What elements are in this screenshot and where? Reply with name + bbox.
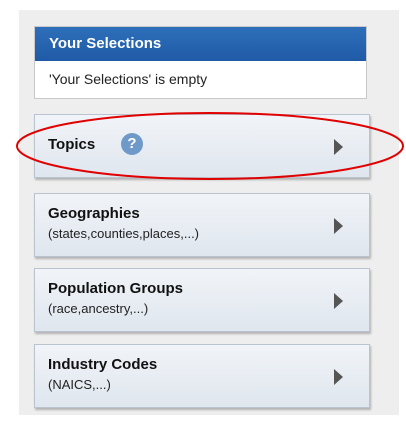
nav-item-label: Geographies (48, 205, 140, 222)
nav-item-label: Population Groups (48, 280, 183, 297)
help-icon[interactable]: ? (121, 133, 143, 155)
nav-item-industry-codes[interactable]: Industry Codes (NAICS,...) (34, 344, 370, 408)
arrow-right-icon (334, 369, 343, 385)
nav-item-subtitle: (NAICS,...) (48, 377, 111, 392)
your-selections-title: Your Selections (35, 27, 366, 61)
nav-item-subtitle: (race,ancestry,...) (48, 301, 149, 316)
your-selections-status: 'Your Selections' is empty (49, 71, 208, 87)
arrow-right-icon (334, 218, 343, 234)
nav-item-label: Industry Codes (48, 356, 158, 373)
your-selections-box: Your Selections 'Your Selections' is emp… (34, 26, 367, 99)
nav-item-label: Topics (48, 136, 96, 153)
arrow-right-icon (334, 139, 343, 155)
nav-item-population-groups[interactable]: Population Groups (race,ancestry,...) (34, 268, 370, 332)
nav-item-geographies[interactable]: Geographies (states,counties,places,...) (34, 193, 370, 257)
arrow-right-icon (334, 293, 343, 309)
nav-item-subtitle: (states,counties,places,...) (48, 226, 200, 241)
nav-item-topics[interactable]: Topics ? (34, 114, 370, 178)
